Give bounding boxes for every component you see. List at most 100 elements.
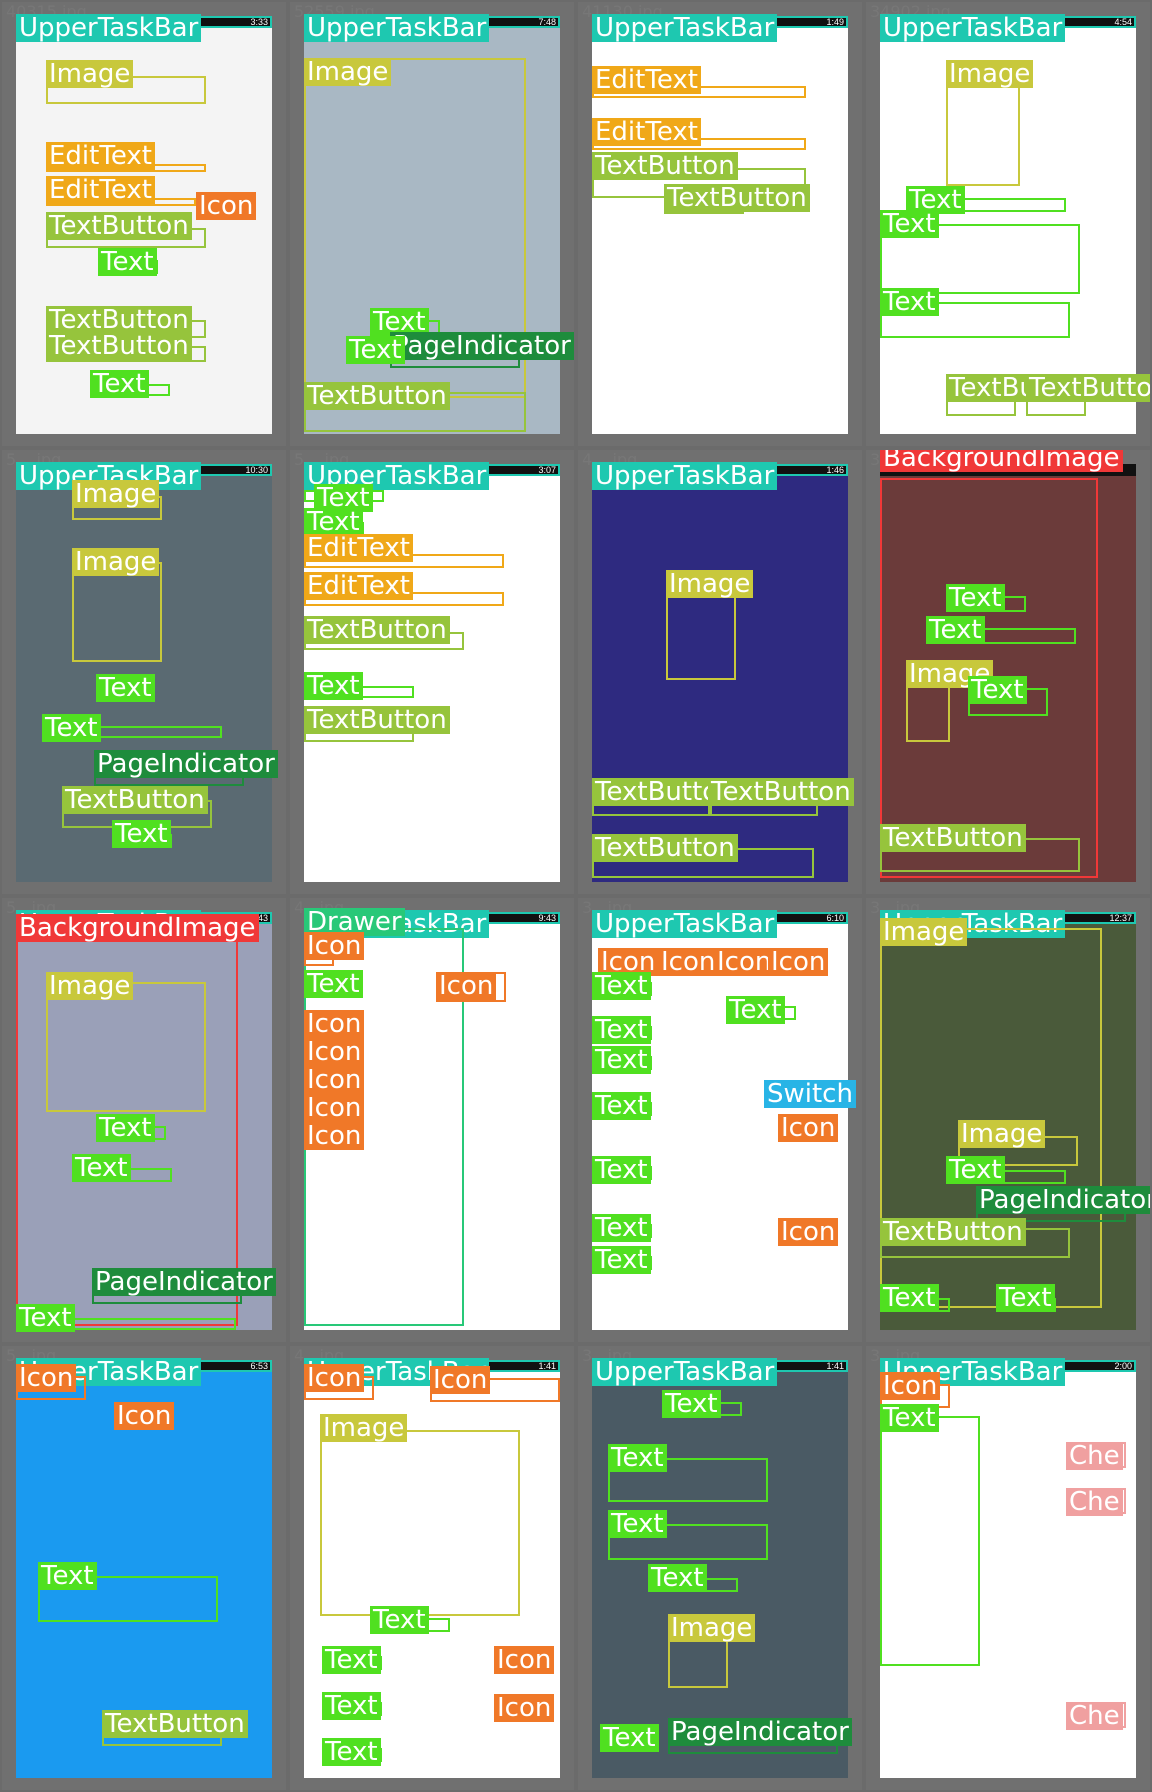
task-label: UpperTaskBar: [16, 14, 202, 42]
text-label: Text: [592, 1046, 651, 1074]
text-label: Text: [112, 820, 171, 848]
text-label: Text: [90, 370, 149, 398]
text-label: Text: [304, 970, 363, 998]
text-label: Text: [608, 1510, 667, 1538]
text-label: Text: [592, 972, 651, 1000]
task-label: UpperTaskBar: [592, 462, 778, 490]
panel-8: 34735.jpgBackgroundImageTextTextImageTex…: [866, 450, 1150, 894]
tbtn-label: TextButton: [304, 706, 450, 734]
icon-label: Icon: [304, 1038, 365, 1066]
icon-label: Icon: [304, 1364, 365, 1392]
tbtn-label: TextButton: [46, 306, 192, 334]
tbtn-label: TextButton: [592, 152, 738, 180]
page-label: PageIndicator: [976, 1186, 1150, 1214]
icon-label: Icon: [714, 948, 775, 976]
annotation-grid: 40315.jpg 3:33 UpperTaskBar Image EditText Ed…: [0, 0, 1152, 1792]
image-label: Image: [880, 918, 968, 946]
icon-label: Icon: [304, 1122, 365, 1150]
icon-label: Icon: [430, 1366, 491, 1394]
phone-screen: 1:41: [592, 1360, 848, 1778]
text-label: Text: [96, 1114, 155, 1142]
image-box: [946, 76, 1020, 186]
panel-3: 41130.jpg 1:49 UpperTaskBar EditText EditTex…: [578, 2, 862, 446]
text-label: Text: [880, 210, 939, 238]
icon-label: Icon: [16, 1364, 77, 1392]
text-label: Text: [946, 584, 1005, 612]
icon-label: Icon: [436, 972, 497, 1000]
panel-15: 3...jpg 1:41 UpperTaskBar Text Text Text Text I…: [578, 1346, 862, 1790]
tbtn-label: TextButton: [708, 778, 854, 806]
panel-10: 4...jpg9:43UpperTaskBarDrawerIconIconTex…: [290, 898, 574, 1342]
bg-label: BackgroundImage: [16, 914, 259, 942]
page-label: PageIndicator: [94, 750, 278, 778]
text-label: Text: [96, 674, 155, 702]
edit-label: EditText: [46, 142, 155, 170]
switch-label: Switch: [764, 1080, 856, 1108]
icon-label: Icon: [880, 1372, 941, 1400]
text-label: Text: [926, 616, 985, 644]
task-label: UpperTaskBar: [304, 14, 490, 42]
image-label: Image: [320, 1414, 408, 1442]
task-label: UpperTaskBar: [880, 14, 1066, 42]
text-label: Text: [880, 1284, 939, 1312]
text-label: Text: [322, 1646, 381, 1674]
image-label: Image: [946, 60, 1034, 88]
edit-label: EditText: [592, 66, 701, 94]
tbtn-label: TextButton: [46, 212, 192, 240]
text-label: Text: [322, 1738, 381, 1766]
panel-11: 3...jpg 6:10 UpperTaskBar Icon Icon Icon Icon T…: [578, 898, 862, 1342]
tbtn-label: TextButton: [664, 184, 810, 212]
page-label: PageIndicator: [92, 1268, 276, 1296]
icon-label: Icon: [114, 1402, 175, 1430]
text-label: Text: [648, 1564, 707, 1592]
tbtn-label: TextButton: [46, 332, 192, 360]
panel-4: 34902.jpg 4:54 UpperTaskBar Image Text Text Te…: [866, 2, 1150, 446]
image-label: Image: [668, 1614, 756, 1642]
page-label: PageIndicator: [668, 1718, 852, 1746]
panel-13: 5...jpg 6:53 UpperTaskBar Icon Icon Text TextB…: [2, 1346, 286, 1790]
panel-7: 4....jpg 1:46 UpperTaskBar Image TextButton T…: [578, 450, 862, 894]
text-label: Text: [946, 1156, 1005, 1184]
text-box: [880, 1416, 980, 1666]
edit-label: EditText: [304, 572, 413, 600]
page-label: PageIndicator: [390, 332, 574, 360]
text-label: Text: [304, 672, 363, 700]
tbtn-label: TextButton: [880, 1218, 1026, 1246]
text-label: Text: [42, 714, 101, 742]
image-label: Image: [46, 60, 134, 88]
check-label: Che: [1066, 1702, 1123, 1730]
text-label: Text: [600, 1724, 659, 1752]
icon-label: Icon: [304, 932, 365, 960]
text-label: Text: [662, 1390, 721, 1418]
text-label: Text: [592, 1246, 651, 1274]
text-label: Text: [38, 1562, 97, 1590]
panel-5: 5....jpg 10:30 UpperTaskBar Image Image Text T…: [2, 450, 286, 894]
icon-label: Icon: [494, 1694, 555, 1722]
icon-label: Icon: [304, 1010, 365, 1038]
text-label: Text: [880, 288, 939, 316]
panel-14: 4...jpg 1:41 UpperTaskBar Icon Icon Image Text…: [290, 1346, 574, 1790]
text-label: Text: [592, 1156, 651, 1184]
check-label: Che: [1066, 1488, 1123, 1516]
text-label: Text: [608, 1444, 667, 1472]
tbtn-label: TextButton: [592, 834, 738, 862]
bg-label: BackgroundImage: [880, 450, 1123, 472]
tbtn-label: TextButton: [62, 786, 208, 814]
image-label: Image: [72, 480, 160, 508]
text-label: Text: [726, 996, 785, 1024]
text-label: Text: [996, 1284, 1055, 1312]
text-label: Text: [304, 508, 363, 536]
icon-label: Icon: [778, 1114, 839, 1142]
icon-label: Icon: [304, 1066, 365, 1094]
tbtn-label: TextButton: [880, 824, 1026, 852]
icon-label: Icon: [304, 1094, 365, 1122]
image-label: Image: [958, 1120, 1046, 1148]
icon-label: Icon: [768, 948, 829, 976]
panel-12: 3...jpg 12:37 UpperTaskBar Image Image Text Pa…: [866, 898, 1150, 1342]
image-box: [320, 1430, 520, 1616]
check-label: Che: [1066, 1442, 1123, 1470]
text-label: Text: [370, 1606, 429, 1634]
text-label: Text: [98, 248, 157, 276]
panel-9: 5...jpg9:43UpperTaskBarBackgroundImageIm…: [2, 898, 286, 1342]
panel-6: 5....jpg 3:07 UpperTaskBar Text Text EditText…: [290, 450, 574, 894]
